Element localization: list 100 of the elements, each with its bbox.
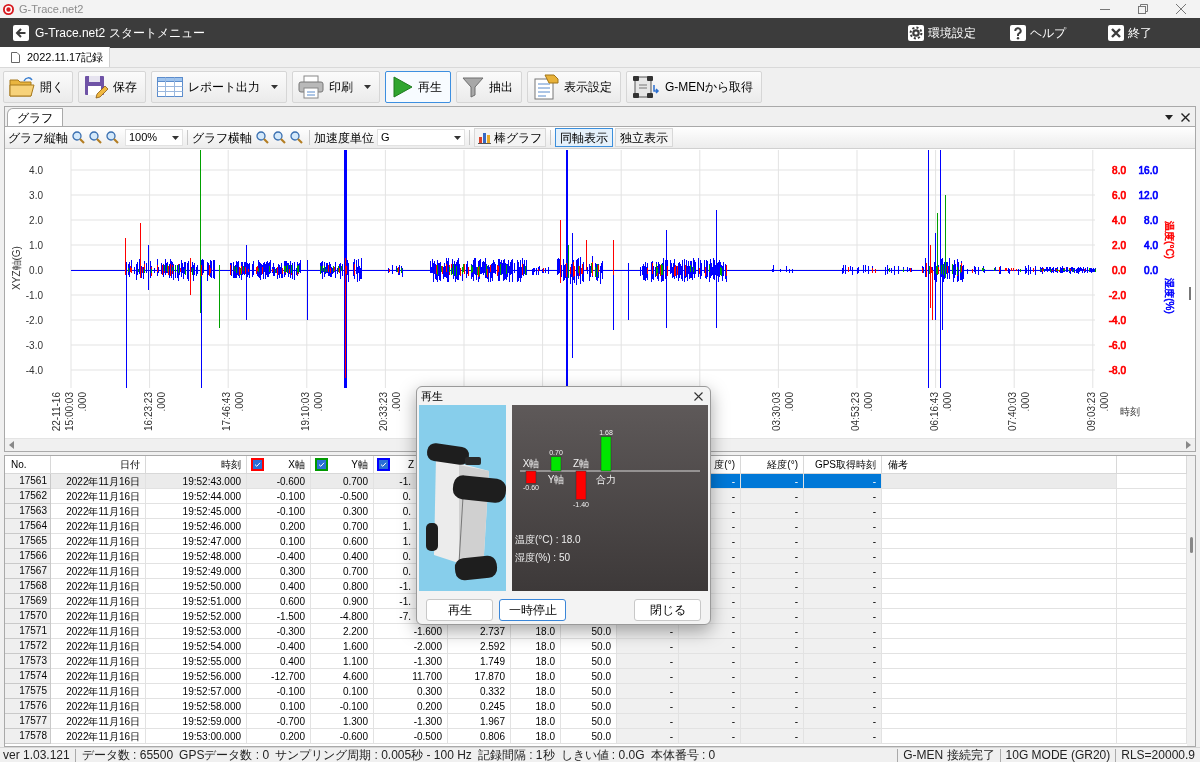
caret-right-icon[interactable] [1186, 441, 1191, 449]
table-cell: 19:52:59.000 [146, 714, 247, 729]
unit-select[interactable]: G [377, 129, 465, 146]
document-tab[interactable]: 2022.11.17記録 [0, 47, 111, 67]
y-tick-label: -8.0 [1108, 364, 1126, 376]
table-cell: - [741, 534, 804, 549]
y-tick-label: 1.0 [29, 239, 43, 251]
floppy-disk-icon [84, 75, 108, 99]
restore-icon [1138, 4, 1148, 14]
status-panel: RLS=20000.9 [1115, 748, 1200, 762]
close-icon [693, 391, 703, 401]
table-cell: - [710, 519, 741, 534]
scrollbar-thumb[interactable] [1189, 287, 1191, 300]
document-icon [533, 74, 559, 100]
table-cell: 19:52:51.000 [146, 594, 247, 609]
table-cell [1117, 624, 1187, 639]
category-label: Y軸 [547, 474, 565, 485]
extract-button[interactable]: 抽出 [456, 71, 522, 103]
table-cell: 0.806 [448, 729, 511, 744]
table-cell: 19:52:56.000 [146, 669, 247, 684]
zoom-select[interactable]: 100% [125, 129, 183, 146]
table-cell [1117, 609, 1187, 624]
table-cell: 1.967 [448, 714, 511, 729]
x-tick-label: 22-11-16 15:00:03 .000 [51, 392, 88, 432]
chart-bar [575, 470, 587, 500]
table-cell: 0.400 [247, 654, 311, 669]
caret-left-icon[interactable] [9, 441, 14, 449]
table-cell [1117, 534, 1187, 549]
row-header: 17577 [5, 714, 51, 729]
table-cell: -0.500 [374, 729, 448, 744]
table-cell: - [741, 579, 804, 594]
table-cell: - [617, 654, 679, 669]
row-header: 17569 [5, 594, 51, 609]
y-tick-label: 0.0 [1144, 264, 1158, 276]
table-cell: 19:52:47.000 [146, 534, 247, 549]
toolbar-label: グラフ横軸 [192, 129, 252, 147]
device-import-button[interactable]: G-MENから取得 [626, 71, 762, 103]
status-text: サンプリング周期 : 0.005秒 - 100 Hz [275, 748, 472, 762]
exit-button[interactable]: 終了 [1108, 18, 1200, 48]
table-cell: 2022年11月16日 [51, 669, 146, 684]
view-mode-button[interactable]: 独立表示 [615, 128, 673, 147]
table-cell: 0.700 [311, 474, 374, 489]
column-checkbox[interactable] [315, 458, 328, 471]
table-cell: 18.0 [511, 669, 561, 684]
row-header: 17564 [5, 519, 51, 534]
settings-button[interactable]: 環境設定 [908, 18, 1010, 48]
status-panel: G-MEN 接続完了 [897, 748, 1000, 762]
table-cell: 0.100 [247, 534, 311, 549]
row-header: 17578 [5, 729, 51, 744]
checkmark-icon [253, 460, 262, 469]
table-cell: -12.700 [247, 669, 311, 684]
bar-graph-button[interactable]: 棒グラフ [474, 128, 546, 147]
print-button[interactable]: 印刷 [292, 71, 380, 103]
panel-tab[interactable]: グラフ [7, 108, 63, 126]
folder-icon [9, 76, 35, 98]
app-logo-icon [3, 3, 14, 15]
view-mode-button[interactable]: 同軸表示 [555, 128, 613, 147]
table-cell: 0.245 [448, 699, 511, 714]
save-button[interactable]: 保存 [78, 71, 146, 103]
table-cell: 19:52:55.000 [146, 654, 247, 669]
table-cell: 18.0 [511, 684, 561, 699]
table-cell: 11.700 [374, 669, 448, 684]
table-cell: 0. [374, 489, 416, 504]
open-button[interactable]: 開く [3, 71, 73, 103]
play-button[interactable]: 再生 [385, 71, 451, 103]
table-cell: 19:52:49.000 [146, 564, 247, 579]
table-cell: 0.100 [247, 699, 311, 714]
table-cell [1117, 504, 1187, 519]
table-cell: -0.400 [247, 549, 311, 564]
report-output-button[interactable]: レポート出力 [151, 71, 287, 103]
y-tick-label: -4.0 [1108, 314, 1126, 326]
column-checkbox[interactable] [377, 458, 390, 471]
table-cell: 50.0 [561, 714, 617, 729]
dialog-button[interactable]: 閉じる [634, 599, 701, 621]
table-cell: 2022年11月16日 [51, 534, 146, 549]
dialog-button[interactable]: 一時停止 [499, 599, 566, 621]
dialog-button[interactable]: 再生 [426, 599, 493, 621]
table-cell: 0.100 [311, 684, 374, 699]
table-cell: 2022年11月16日 [51, 699, 146, 714]
table-cell: 17.870 [448, 669, 511, 684]
display-settings-button[interactable]: 表示設定 [527, 71, 621, 103]
table-cell: 19:53:00.000 [146, 729, 247, 744]
row-header: 17572 [5, 639, 51, 654]
table-cell: 2022年11月16日 [51, 654, 146, 669]
column-checkbox[interactable] [251, 458, 264, 471]
chart-bar [525, 470, 537, 484]
y-tick-label: 0.0 [1112, 264, 1126, 276]
caret-icon [172, 135, 179, 140]
help-icon [1010, 25, 1026, 41]
chart-bar [550, 456, 562, 472]
table-cell: - [804, 504, 882, 519]
table-cell: - [617, 699, 679, 714]
table-cell: - [710, 504, 741, 519]
toolbar-label: 加速度単位 [314, 129, 374, 147]
help-button[interactable]: ヘルプ [1010, 18, 1108, 48]
table-cell: 19:52:48.000 [146, 549, 247, 564]
table-cell: - [741, 564, 804, 579]
table-cell: 0.332 [448, 684, 511, 699]
table-cell: - [741, 684, 804, 699]
scrollbar-thumb[interactable] [1189, 537, 1193, 553]
